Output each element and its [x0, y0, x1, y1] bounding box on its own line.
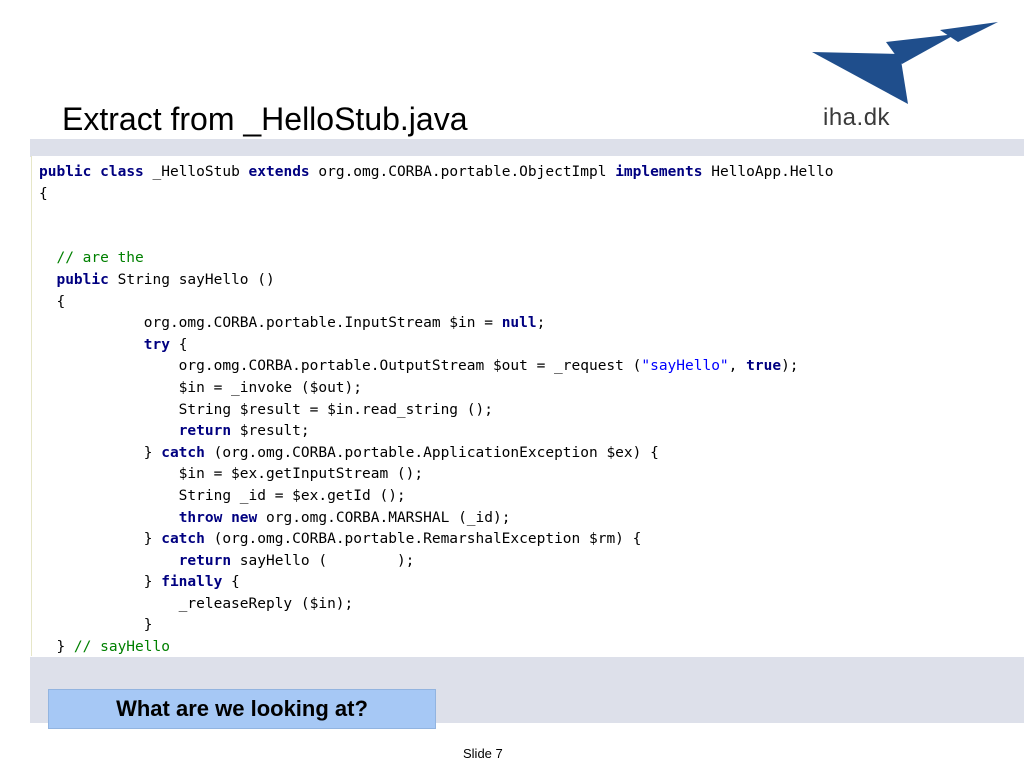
code-line: org.omg.CORBA.portable.OutputStream $out…: [39, 358, 799, 374]
code-line: throw new org.omg.CORBA.MARSHAL (_id);: [39, 509, 511, 526]
code-string: "sayHello": [641, 358, 729, 375]
code-keyword: class: [100, 164, 144, 180]
header-band: [30, 139, 1024, 157]
code-line: // are the: [39, 250, 144, 267]
code-keyword: implements: [615, 164, 703, 180]
code-text: {: [39, 185, 48, 202]
code-line: String $result = $in.read_string ();: [39, 402, 493, 418]
code-text: }: [39, 531, 162, 548]
code-line: return $result;: [39, 423, 310, 439]
code-keyword: true: [746, 358, 782, 375]
code-line: public class _HelloStub extends org.omg.…: [39, 164, 833, 180]
code-text: org.omg.CORBA.portable.InputStream $in =: [39, 315, 502, 332]
code-text: {: [169, 336, 188, 353]
code-text: HelloApp.Hello: [702, 164, 834, 180]
code-text: $in = $ex.getInputStream ();: [39, 466, 424, 483]
question-box: What are we looking at?: [48, 689, 436, 729]
code-line: {: [39, 186, 48, 202]
code-keyword: try: [143, 336, 170, 353]
code-keyword: catch: [161, 444, 205, 461]
code-text: String _id = $ex.getId ();: [39, 487, 406, 504]
code-line: _releaseReply ($in);: [39, 595, 354, 612]
code-comment: // sayHello: [73, 639, 170, 656]
code-text: (org.omg.CORBA.portable.RemarshalExcepti…: [204, 531, 642, 548]
code-text: _HelloStub: [143, 164, 249, 180]
code-text: {: [222, 574, 240, 591]
code-line: try {: [39, 336, 188, 353]
code-line: } catch (org.omg.CORBA.portable.Remarsha…: [39, 531, 642, 548]
code-line: public String sayHello (): [39, 271, 275, 288]
logo-text: iha.dk: [823, 104, 891, 131]
code-panel: public class _HelloStub extends org.omg.…: [31, 156, 1024, 656]
code-keyword: return: [178, 423, 232, 440]
code-line: return sayHello ( );: [39, 552, 415, 569]
code-line: {: [39, 294, 65, 310]
code-keyword: extends: [248, 164, 310, 180]
code-line: $in = _invoke ($out);: [39, 380, 362, 396]
code-line: $in = $ex.getInputStream ();: [39, 466, 423, 482]
code-text: String $result = $in.read_string ();: [39, 401, 493, 418]
code-text: }: [39, 444, 162, 461]
code-text: }: [39, 617, 153, 634]
code-keyword: public: [56, 271, 109, 288]
code-text: $in = _invoke ($out);: [39, 379, 363, 396]
code-text: _releaseReply ($in);: [39, 595, 354, 612]
code-keyword: public: [39, 164, 92, 180]
code-keyword: finally: [161, 574, 223, 591]
code-text: ;: [536, 315, 546, 332]
code-line: } catch (org.omg.CORBA.portable.Applicat…: [39, 445, 659, 461]
code-text: ,: [728, 358, 747, 375]
code-keyword: throw: [178, 509, 223, 526]
code-keyword: null: [501, 315, 537, 332]
code-line: }: [39, 617, 153, 633]
code-text: }: [39, 639, 74, 656]
code-line: } finally {: [39, 574, 240, 590]
code-text: );: [781, 358, 799, 375]
slide-number: Slide 7: [463, 746, 503, 761]
code-keyword: new: [231, 509, 258, 526]
code-text: org.omg.CORBA.MARSHAL (_id);: [257, 509, 511, 526]
code-text: org.omg.CORBA.portable.OutputStream $out…: [39, 358, 642, 375]
code-text: }: [39, 574, 162, 591]
code-text: String sayHello (): [108, 271, 275, 288]
code-keyword: catch: [161, 531, 205, 548]
code-text: $result;: [231, 423, 310, 440]
code-line: } // sayHello: [39, 639, 170, 655]
code-text: sayHello ( );: [231, 552, 415, 569]
code-line: String _id = $ex.getId ();: [39, 488, 406, 504]
code-keyword: return: [178, 552, 232, 569]
code-text: {: [39, 293, 66, 310]
code-text: (org.omg.CORBA.portable.ApplicationExcep…: [204, 444, 659, 461]
slide-title: Extract from _HelloStub.java: [62, 101, 468, 137]
code-text: org.omg.CORBA.portable.ObjectImpl: [309, 164, 616, 180]
question-text: What are we looking at?: [116, 696, 368, 721]
code-line: org.omg.CORBA.portable.InputStream $in =…: [39, 315, 546, 332]
code-comment: // are the: [56, 250, 144, 267]
code-block: public class _HelloStub extends org.omg.…: [32, 156, 1024, 656]
